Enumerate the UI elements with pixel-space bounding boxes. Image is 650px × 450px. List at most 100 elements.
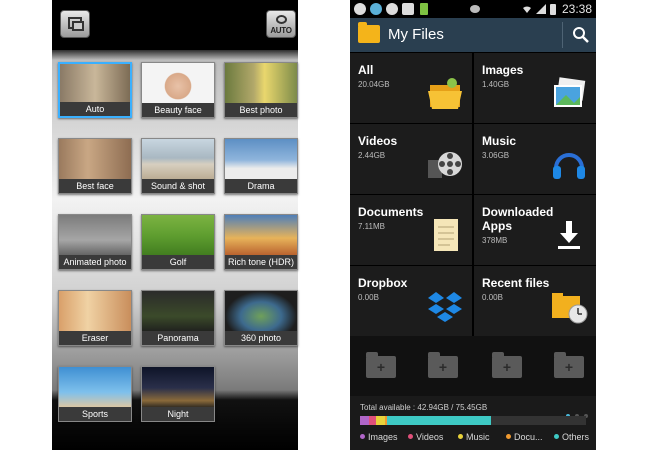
status-bar: 23:38 [350, 0, 596, 18]
dropbox-icon [428, 292, 462, 322]
golf-thumbnail [142, 215, 214, 257]
storage-panel: Total available : 42.94GB / 75.45GB Imag… [350, 396, 596, 450]
category-videos[interactable]: Videos 2.44GB [350, 124, 472, 194]
eraser-thumbnail [59, 291, 131, 333]
legend-dot [408, 434, 413, 439]
action-bar: My Files [350, 18, 596, 52]
storage-usage-bar [360, 416, 586, 425]
wifi-icon [523, 6, 531, 13]
mode-label: Rich tone (HDR) [225, 255, 297, 269]
add-shortcut-folder[interactable]: + [492, 352, 522, 378]
mode-panorama[interactable]: Panorama [141, 290, 215, 346]
legend-label: Images [368, 432, 398, 442]
add-icon: + [376, 359, 386, 375]
mode-sound-and-shot[interactable]: Sound & shot [141, 138, 215, 194]
add-shortcut-folder[interactable]: + [554, 352, 584, 378]
storage-total: Total available : 42.94GB / 75.45GB [360, 403, 488, 412]
mode-eraser[interactable]: Eraser [58, 290, 132, 346]
clock-folder-icon [552, 293, 588, 324]
signal-icon [536, 4, 546, 14]
mode-rich-tone-hdr[interactable]: Rich tone (HDR) [224, 214, 298, 270]
animated-photo-thumbnail [59, 215, 131, 257]
legend-others: Others [554, 432, 589, 442]
camera-mode-screen: AUTO Auto Beauty face Best photo Best fa… [52, 0, 298, 450]
mode-animated-photo[interactable]: Animated photo [58, 214, 132, 270]
legend-dot [458, 434, 463, 439]
action-divider [562, 22, 563, 48]
legend-music: Music [458, 432, 490, 442]
my-files-screen: 23:38 My Files All 20.04GB Images 1.40GB [350, 0, 596, 450]
eye-icon [470, 5, 480, 13]
sound-shot-thumbnail [142, 139, 214, 181]
mode-label: Animated photo [59, 255, 131, 269]
battery-icon [550, 4, 556, 15]
mode-sports[interactable]: Sports [58, 366, 132, 422]
panorama-thumbnail [142, 291, 214, 333]
legend-label: Others [562, 432, 590, 442]
legend-dot [506, 434, 511, 439]
add-icon: + [438, 359, 448, 375]
page-title: My Files [388, 26, 444, 43]
storage-segment-videos [369, 416, 376, 425]
category-size: 7.11MB [358, 222, 385, 231]
mode-drama[interactable]: Drama [224, 138, 298, 194]
category-size: 20.04GB [358, 80, 390, 89]
mode-label: Best face [59, 179, 131, 193]
add-shortcut-folder[interactable]: + [428, 352, 458, 378]
best-photo-thumbnail [225, 63, 297, 105]
storage-segment-others [387, 416, 492, 425]
legend-label: Music [466, 432, 490, 442]
category-recent-files[interactable]: Recent files 0.00B [474, 266, 596, 336]
battery-status-icon [420, 3, 428, 15]
sync-icon [402, 3, 414, 15]
camera-top-bar: AUTO [52, 0, 298, 50]
pictures-icon [554, 77, 586, 107]
mode-label: Night [142, 407, 214, 421]
legend-videos: Videos [408, 432, 443, 442]
legend-dot [360, 434, 365, 439]
download-icon [558, 221, 580, 249]
beauty-face-thumbnail [142, 63, 214, 105]
category-music[interactable]: Music 3.06GB [474, 124, 596, 194]
category-size: 2.44GB [358, 151, 386, 160]
mode-label: Sports [59, 407, 131, 421]
category-size: 0.00B [482, 293, 503, 302]
switch-camera-button[interactable] [60, 10, 90, 38]
category-images[interactable]: Images 1.40GB [474, 53, 596, 123]
sports-thumbnail [59, 367, 131, 409]
check-icon [386, 3, 398, 15]
category-documents[interactable]: Documents 7.11MB [350, 195, 472, 265]
mode-label: Beauty face [142, 103, 214, 117]
add-icon: + [564, 359, 574, 375]
mode-golf[interactable]: Golf [141, 214, 215, 270]
category-downloaded-apps[interactable]: Downloaded Apps 378MB [474, 195, 596, 265]
mode-best-face[interactable]: Best face [58, 138, 132, 194]
mode-label: Panorama [142, 331, 214, 345]
mode-auto[interactable]: Auto [58, 62, 132, 118]
hdr-thumbnail [225, 215, 297, 257]
auto-mode-button[interactable]: AUTO [266, 10, 296, 38]
storage-segment-music [375, 416, 385, 425]
mode-label: 360 photo [225, 331, 297, 345]
mode-night[interactable]: Night [141, 366, 215, 422]
mode-360-photo[interactable]: 360 photo [224, 290, 298, 346]
auto-thumbnail [60, 64, 130, 106]
night-thumbnail [142, 367, 214, 409]
mode-best-photo[interactable]: Best photo [224, 62, 298, 118]
mode-label: Best photo [225, 103, 297, 117]
best-face-thumbnail [59, 139, 131, 181]
legend-images: Images [360, 432, 398, 442]
mode-beauty-face[interactable]: Beauty face [141, 62, 215, 118]
search-icon[interactable] [572, 26, 590, 44]
storage-segment-images [360, 416, 370, 425]
add-icon: + [502, 359, 512, 375]
open-folder-icon [428, 78, 462, 109]
notepad-icon [434, 219, 458, 251]
category-size: 378MB [482, 236, 508, 245]
category-all[interactable]: All 20.04GB [350, 53, 472, 123]
category-dropbox[interactable]: Dropbox 0.00B [350, 266, 472, 336]
my-files-folder-icon [358, 22, 380, 43]
mode-label: Eraser [59, 331, 131, 345]
add-shortcut-folder[interactable]: + [366, 352, 396, 378]
camera-icon [276, 15, 287, 24]
